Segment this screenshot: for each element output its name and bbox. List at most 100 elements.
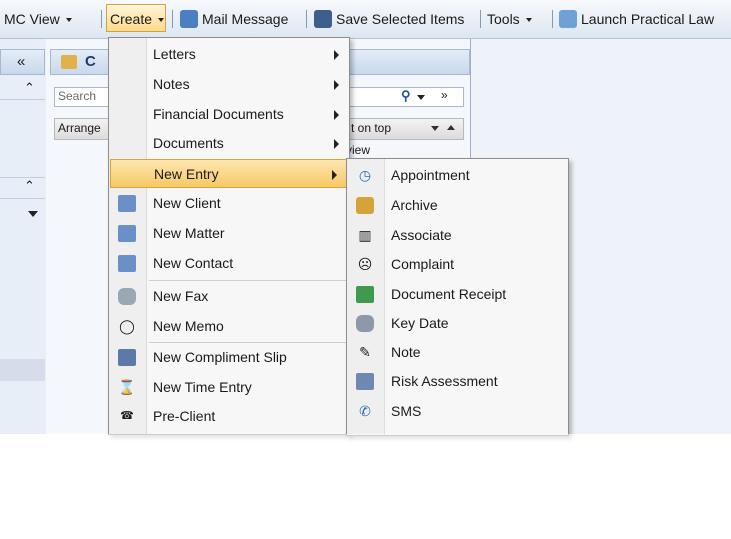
menu-item-label: New Memo [153, 318, 224, 334]
menu-item-new-contact[interactable]: New Contact [109, 249, 349, 278]
chevron-up-icon[interactable]: ⌃ [24, 178, 35, 194]
compliment-slip-icon [118, 349, 136, 366]
fax-icon [118, 288, 136, 305]
new-client-icon [118, 195, 136, 212]
menu-item-label: Document Receipt [391, 286, 507, 302]
mail-icon [180, 10, 198, 28]
menu-item-label: New Entry [154, 166, 219, 182]
menu-item-label: New Contact [153, 255, 234, 271]
launch-label: Launch Practical Law [581, 11, 715, 27]
menu-item-new-fax[interactable]: New Fax [109, 282, 349, 311]
menu-item-new-matter[interactable]: New Matter [109, 219, 349, 248]
create-label: Create [110, 11, 153, 27]
mail-message-label: Mail Message [202, 11, 289, 27]
launch-icon [559, 10, 577, 28]
folder-title: C [85, 53, 96, 70]
dropdown-arrow-icon [65, 18, 72, 22]
menu-item-new-time-entry[interactable]: ⌛ New Time Entry [109, 373, 349, 402]
nav-selected-row [0, 359, 45, 381]
sort-label: t on top [351, 121, 392, 135]
launch-practical-law-button[interactable]: Launch Practical Law [559, 0, 714, 38]
submenu-item-key-date[interactable]: Key Date [347, 309, 568, 338]
submenu-item-associate[interactable]: ▥ Associate [347, 221, 568, 250]
nav-row-2: ⌃ [0, 177, 45, 199]
toolbar: MC View Create Mail Message Save Selecte… [0, 0, 731, 39]
menu-item-new-compliment-slip[interactable]: New Compliment Slip [109, 343, 349, 372]
menu-item-label: New Compliment Slip [153, 349, 287, 365]
menu-item-label: Risk Assessment [391, 373, 498, 389]
menu-separator [149, 280, 347, 281]
search-icon[interactable]: ⚲ [401, 88, 411, 104]
key-date-icon [356, 315, 374, 332]
menu-item-label: Letters [153, 46, 196, 62]
nav-header: « [0, 49, 45, 75]
submenu-item-note[interactable]: ✎ Note [347, 338, 568, 367]
toolbar-separator [306, 10, 307, 28]
new-matter-icon [118, 225, 136, 242]
menu-item-new-memo[interactable]: ◯ New Memo [109, 312, 349, 341]
create-dropdown-menu: Letters Notes Financial Documents Docume… [108, 37, 350, 435]
new-entry-submenu: ◷ Appointment Archive ▥ Associate ☹ Comp… [346, 158, 569, 436]
menu-item-label: Associate [391, 227, 452, 243]
save-selected-items-button[interactable]: Save Selected Items [314, 0, 464, 38]
chevron-up-icon[interactable]: ⌃ [24, 80, 35, 96]
menu-item-documents[interactable]: Documents [109, 129, 349, 158]
menu-item-new-client[interactable]: New Client [109, 189, 349, 218]
chevron-down-icon [28, 211, 38, 217]
submenu-item-complaint[interactable]: ☹ Complaint [347, 250, 568, 279]
menu-item-label: Key Date [391, 315, 449, 331]
search-placeholder: Search [58, 89, 97, 103]
document-receipt-icon [356, 286, 374, 303]
submenu-arrow-icon [332, 170, 337, 180]
submenu-item-archive[interactable]: Archive [347, 191, 568, 220]
menu-item-label: Note [391, 344, 421, 360]
lock-icon [356, 197, 374, 214]
sad-face-icon: ☹ [357, 256, 373, 272]
create-menu[interactable]: Create [106, 4, 166, 32]
menu-item-label: Archive [391, 197, 438, 213]
menu-item-label: Complaint [391, 256, 455, 272]
submenu-item-risk-assessment[interactable]: Risk Assessment [347, 367, 568, 396]
menu-item-label: Notes [153, 76, 190, 92]
menu-item-notes[interactable]: Notes [109, 70, 349, 99]
submenu-arrow-icon [334, 139, 339, 149]
menu-item-label: New Client [153, 195, 221, 211]
nav-row: ⌃ [0, 79, 45, 100]
submenu-item-appointment[interactable]: ◷ Appointment [347, 161, 568, 190]
book-icon: ▥ [358, 227, 372, 243]
clock-icon: ◷ [358, 167, 372, 183]
scroll-up-icon[interactable] [447, 125, 455, 130]
mc-view-label: MC View [4, 11, 60, 27]
dropdown-arrow-icon [157, 18, 164, 22]
arrange-label: Arrange [58, 121, 101, 135]
note-icon: ✎ [359, 344, 371, 360]
sort-dropdown-icon[interactable] [431, 126, 439, 131]
new-contact-icon [118, 255, 136, 272]
search-options-icon[interactable] [417, 95, 425, 100]
menu-item-financial-documents[interactable]: Financial Documents [109, 100, 349, 129]
menu-item-label: New Matter [153, 225, 225, 241]
mail-message-button[interactable]: Mail Message [180, 0, 288, 38]
collapse-nav-icon[interactable]: « [17, 53, 25, 70]
toolbar-separator [552, 10, 553, 28]
speech-bubble-icon: ◯ [119, 318, 135, 334]
submenu-arrow-icon [334, 80, 339, 90]
folder-icon [61, 55, 77, 69]
expand-icon[interactable]: » [441, 88, 448, 102]
save-icon [314, 10, 332, 28]
menu-item-label: Financial Documents [153, 106, 284, 122]
menu-item-letters[interactable]: Letters [109, 40, 349, 69]
submenu-item-document-receipt[interactable]: Document Receipt [347, 280, 568, 309]
toolbar-separator [480, 10, 481, 28]
menu-item-new-entry[interactable]: New Entry [110, 159, 348, 188]
menu-reflection: Pre-Client New Time Entry New Compliment… [108, 414, 568, 539]
submenu-arrow-icon [334, 110, 339, 120]
menu-item-label: New Time Entry [153, 379, 252, 395]
mc-view-menu[interactable]: MC View [4, 0, 72, 38]
toolbar-separator [172, 10, 173, 28]
hourglass-icon: ⌛ [118, 379, 136, 395]
nav-dropdown[interactable] [0, 207, 45, 227]
tools-menu[interactable]: Tools [487, 0, 532, 38]
risk-icon [356, 373, 374, 390]
tools-label: Tools [487, 11, 520, 27]
